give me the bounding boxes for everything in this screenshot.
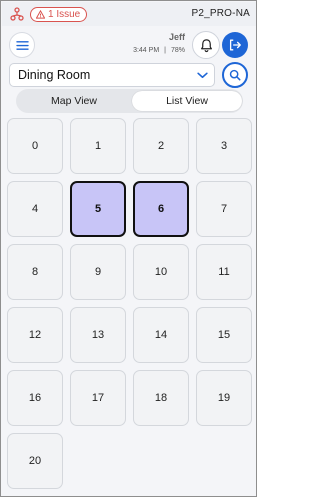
table-tile[interactable]: 18 (133, 370, 189, 426)
clock-battery: 3:44 PM | 78% (133, 47, 185, 54)
table-tile[interactable]: 9 (70, 244, 126, 300)
table-tile[interactable]: 8 (7, 244, 63, 300)
notifications-button[interactable] (192, 31, 220, 59)
issue-badge[interactable]: 1 Issue (30, 7, 88, 22)
app-window: 1 Issue P2_PRO-NA Jeff 3:44 PM | 78% Din… (0, 0, 257, 497)
table-tile[interactable]: 15 (196, 307, 252, 363)
room-dropdown-value: Dining Room (18, 68, 91, 82)
search-icon (229, 69, 241, 81)
table-tile[interactable]: 20 (7, 433, 63, 489)
table-tile[interactable]: 5 (70, 181, 126, 237)
logout-icon (229, 39, 241, 51)
table-tile[interactable]: 10 (133, 244, 189, 300)
status-bar: 1 Issue P2_PRO-NA (2, 2, 256, 26)
menu-button[interactable] (9, 32, 35, 58)
view-toggle: Map View List View (16, 89, 243, 113)
table-tile[interactable]: 3 (196, 118, 252, 174)
network-icon[interactable] (10, 7, 24, 21)
separator: | (164, 47, 166, 54)
table-tile[interactable]: 14 (133, 307, 189, 363)
table-tile[interactable]: 2 (133, 118, 189, 174)
room-dropdown[interactable]: Dining Room (9, 63, 215, 87)
issue-label: 1 Issue (48, 9, 81, 20)
hamburger-icon (15, 40, 29, 50)
table-tile[interactable]: 4 (7, 181, 63, 237)
table-tile[interactable]: 16 (7, 370, 63, 426)
table-tile[interactable]: 12 (7, 307, 63, 363)
clock-time: 3:44 PM (133, 47, 160, 54)
table-tile[interactable]: 0 (7, 118, 63, 174)
map-view-tab[interactable]: Map View (19, 91, 129, 111)
table-tile[interactable]: 11 (196, 244, 252, 300)
warning-icon (36, 10, 45, 19)
chevron-down-icon (197, 72, 208, 78)
table-tile[interactable]: 1 (70, 118, 126, 174)
table-tile[interactable]: 6 (133, 181, 189, 237)
device-id: P2_PRO-NA (191, 8, 250, 19)
list-view-tab[interactable]: List View (132, 91, 242, 111)
logout-button[interactable] (222, 32, 248, 58)
table-tile[interactable]: 19 (196, 370, 252, 426)
battery-level: 78% (170, 47, 185, 54)
table-tile[interactable]: 17 (70, 370, 126, 426)
user-name: Jeff (168, 32, 185, 42)
table-tile[interactable]: 13 (70, 307, 126, 363)
bell-icon (200, 38, 212, 52)
search-button[interactable] (222, 62, 248, 88)
table-tile[interactable]: 7 (196, 181, 252, 237)
